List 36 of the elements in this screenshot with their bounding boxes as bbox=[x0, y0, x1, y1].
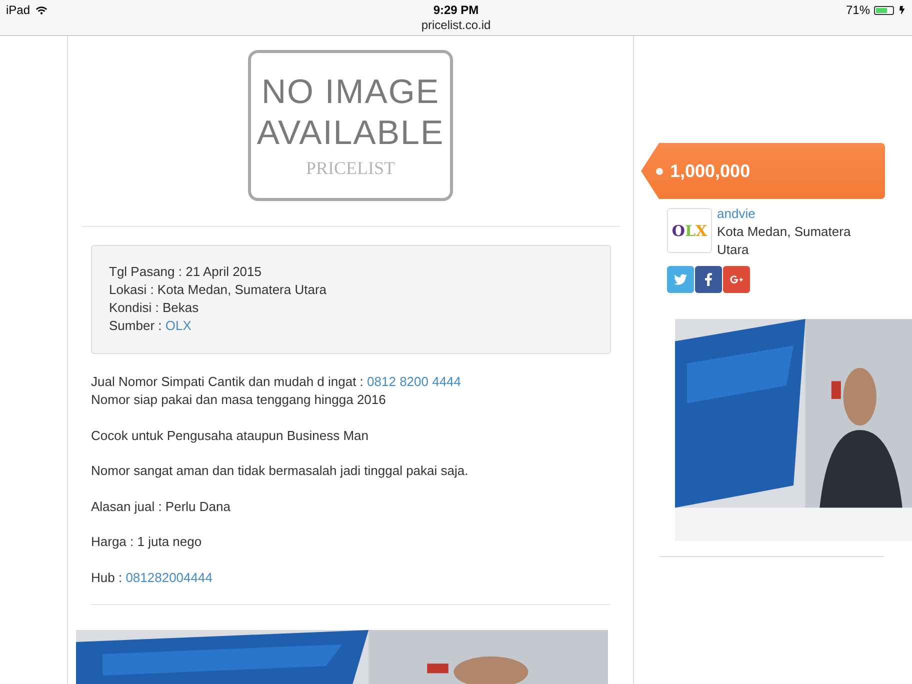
clock: 9:29 PM bbox=[433, 2, 479, 17]
description-text: Hub : bbox=[91, 568, 124, 586]
twitter-icon bbox=[674, 273, 687, 286]
description-text: Harga : 1 juta nego bbox=[91, 533, 202, 551]
detail-value: Bekas bbox=[162, 299, 199, 317]
detail-value: 21 April 2015 bbox=[186, 263, 262, 281]
seller-location: Kota Medan, Sumatera Utara bbox=[717, 223, 852, 259]
source-link[interactable]: OLX bbox=[165, 317, 192, 335]
google-plus-icon bbox=[730, 273, 743, 286]
page-address[interactable]: pricelist.co.id bbox=[421, 18, 491, 32]
facebook-icon bbox=[702, 273, 715, 286]
detail-value: Kota Medan, Sumatera Utara bbox=[157, 281, 327, 299]
description-text: Cocok untuk Pengusaha ataupun Business Man bbox=[91, 426, 369, 444]
seller-name-link[interactable]: andvie bbox=[717, 205, 877, 223]
detail-label: Tgl Pasang : bbox=[109, 263, 183, 281]
description-text: Nomor sangat aman dan tidak bermasalah jadi tinggal pakai saja. bbox=[91, 462, 468, 480]
battery-percent: 71% bbox=[846, 3, 870, 17]
placeholder-text: AVAILABLE bbox=[256, 113, 444, 154]
description-text: Alasan jual : Perlu Dana bbox=[91, 498, 230, 516]
dot-icon bbox=[656, 168, 663, 174]
detail-label: Lokasi : bbox=[109, 281, 155, 299]
detail-label: Kondisi : bbox=[109, 299, 160, 317]
placeholder-text: NO IMAGE bbox=[261, 72, 440, 113]
detail-label: Sumber : bbox=[109, 317, 163, 335]
phone-link[interactable]: 0812 8200 4444 bbox=[367, 373, 462, 391]
description-text: Nomor siap pakai dan masa tenggang hingga 2016 bbox=[91, 391, 386, 409]
phone-link[interactable]: 081282004444 bbox=[126, 568, 212, 586]
description-text: Jual Nomor Simpati Cantik dan mudah d ingat : bbox=[91, 373, 364, 391]
brand-logo: PRICELIST bbox=[306, 158, 395, 179]
share-button[interactable] bbox=[723, 266, 750, 293]
share-button[interactable] bbox=[695, 266, 722, 293]
battery-icon bbox=[874, 6, 894, 14]
seller-logo: OLX bbox=[667, 208, 712, 253]
device-name: iPad bbox=[6, 3, 30, 17]
price-text: 1,000,000 bbox=[670, 160, 750, 182]
wifi-icon bbox=[36, 4, 48, 16]
